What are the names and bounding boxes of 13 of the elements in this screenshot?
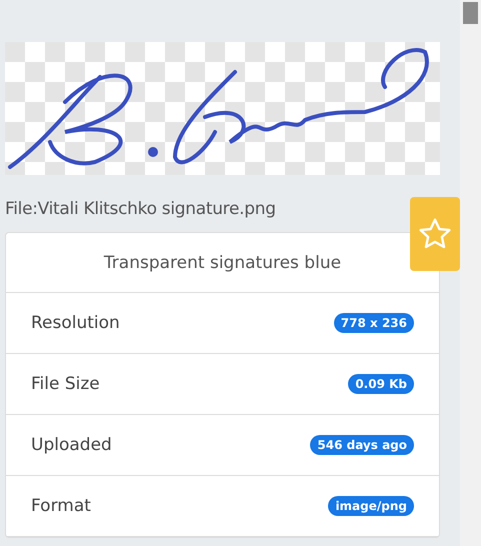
value-badge: 778 x 236 bbox=[334, 313, 414, 333]
card-title: Transparent signatures blue bbox=[104, 252, 342, 272]
file-title: File:Vitali Klitschko signature.png bbox=[5, 199, 276, 219]
row-label: Format bbox=[31, 496, 91, 516]
row-label: Uploaded bbox=[31, 435, 112, 455]
scrollbar-thumb[interactable] bbox=[463, 2, 478, 24]
row-label: File Size bbox=[31, 374, 100, 394]
value-badge: 546 days ago bbox=[310, 435, 414, 455]
favorite-button[interactable] bbox=[410, 197, 460, 271]
value-badge: image/png bbox=[328, 496, 414, 516]
scrollbar[interactable] bbox=[460, 0, 481, 546]
row-label: Resolution bbox=[31, 313, 120, 333]
value-badge: 0.09 Kb bbox=[348, 374, 414, 394]
